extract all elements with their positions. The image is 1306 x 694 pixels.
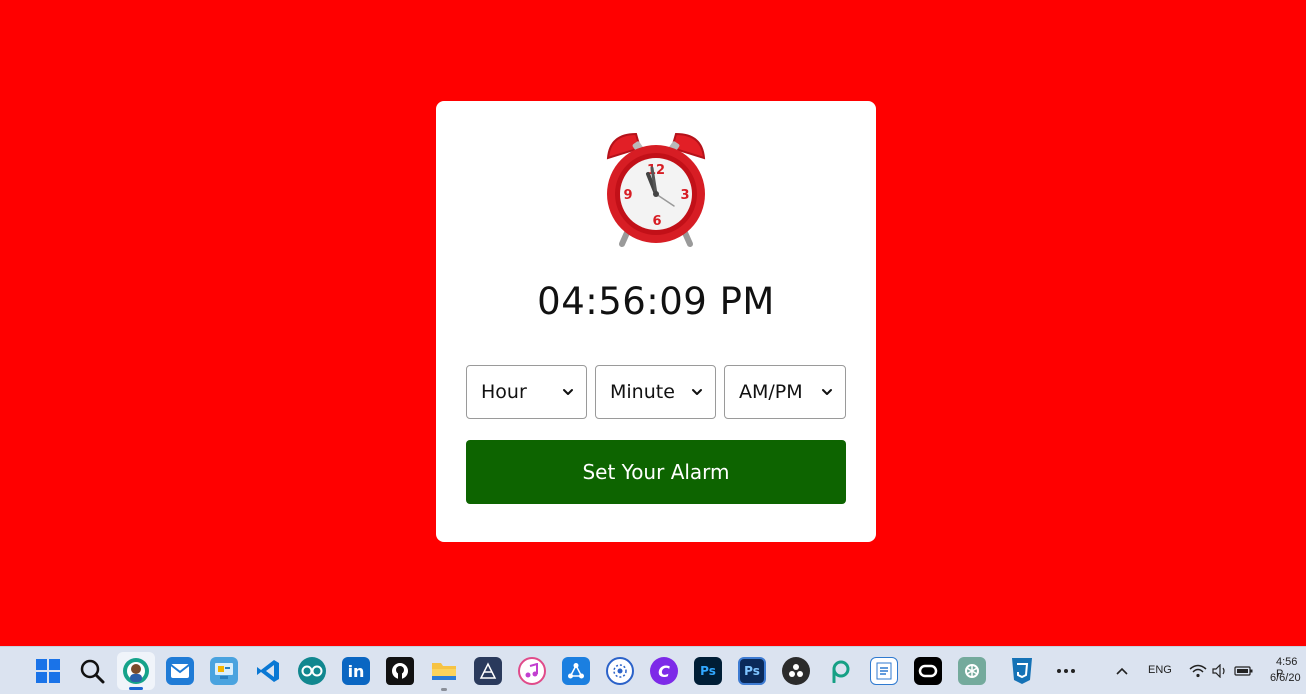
search-icon[interactable] bbox=[78, 657, 106, 685]
photoshop-icon[interactable]: Ps bbox=[694, 657, 722, 685]
windows-start-icon[interactable] bbox=[34, 657, 62, 685]
arduino-icon[interactable] bbox=[298, 657, 326, 685]
clock-date[interactable]: 6/6/20 bbox=[1270, 672, 1301, 684]
active-app-indicator bbox=[129, 687, 143, 690]
vectorizer-icon[interactable] bbox=[474, 657, 502, 685]
settings-badge-icon[interactable] bbox=[606, 657, 634, 685]
vscode-icon[interactable] bbox=[254, 657, 282, 685]
clock-numeral-6: 6 bbox=[652, 214, 661, 229]
running-app-indicator bbox=[441, 688, 447, 691]
notepad-icon[interactable] bbox=[870, 657, 898, 685]
edge-browser-icon[interactable] bbox=[122, 657, 150, 685]
chevron-down-icon bbox=[692, 389, 702, 395]
linkedin-icon[interactable]: in bbox=[342, 657, 370, 685]
battery-icon[interactable] bbox=[1230, 657, 1258, 685]
chevron-down-icon bbox=[822, 389, 832, 395]
clock-numeral-3: 3 bbox=[680, 188, 689, 203]
picsart-icon[interactable] bbox=[826, 657, 854, 685]
canva-icon[interactable]: C bbox=[650, 657, 678, 685]
mail-icon[interactable] bbox=[166, 657, 194, 685]
obs-icon[interactable] bbox=[782, 657, 810, 685]
taskbar: in C Ps Ps ENG 4:56 P 6/6/20 bbox=[0, 646, 1306, 694]
control-panel-icon[interactable] bbox=[210, 657, 238, 685]
language-indicator[interactable]: ENG bbox=[1148, 664, 1172, 676]
photoshop-classic-icon[interactable]: Ps bbox=[738, 657, 766, 685]
chatgpt-icon[interactable] bbox=[958, 657, 986, 685]
chevron-down-icon bbox=[563, 389, 573, 395]
current-time: 04:56:09 PM bbox=[537, 280, 775, 323]
file-explorer-icon[interactable] bbox=[430, 657, 458, 685]
share-icon[interactable] bbox=[562, 657, 590, 685]
capcut-icon[interactable] bbox=[914, 657, 942, 685]
clock-numeral-9: 9 bbox=[623, 188, 632, 203]
alarm-clock-icon: 12 3 6 9 bbox=[606, 132, 706, 247]
github-icon[interactable] bbox=[386, 657, 414, 685]
minute-select-value: Minute bbox=[610, 381, 675, 403]
itunes-icon[interactable] bbox=[518, 657, 546, 685]
hour-select[interactable]: Hour bbox=[466, 365, 587, 419]
css3-icon[interactable] bbox=[1008, 657, 1036, 685]
minute-select[interactable]: Minute bbox=[595, 365, 716, 419]
ampm-select[interactable]: AM/PM bbox=[724, 365, 846, 419]
set-alarm-button[interactable]: Set Your Alarm bbox=[466, 440, 846, 504]
more-icon[interactable] bbox=[1052, 657, 1080, 685]
chevron-up-icon[interactable] bbox=[1108, 657, 1136, 685]
hour-select-value: Hour bbox=[481, 381, 527, 403]
ampm-select-value: AM/PM bbox=[739, 381, 803, 403]
